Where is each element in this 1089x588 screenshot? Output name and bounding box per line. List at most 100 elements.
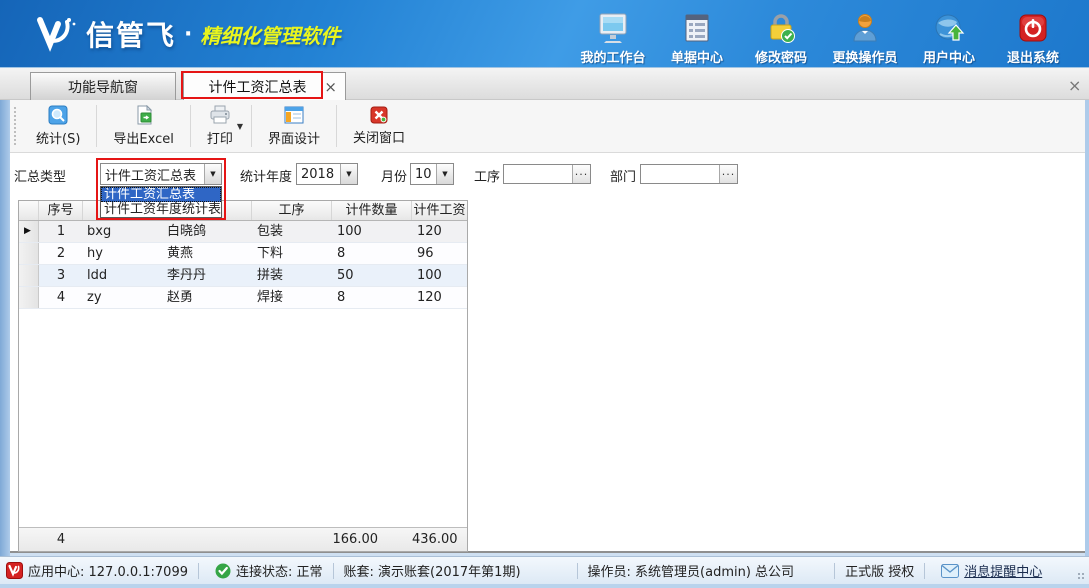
statusbar-separator — [924, 563, 925, 579]
menu-exit-system[interactable]: 退出系统 — [991, 8, 1075, 66]
dropdown-option-selected[interactable]: 计件工资汇总表 — [101, 187, 221, 202]
cell-qty: 8 — [337, 287, 411, 308]
totals-count: 4 — [39, 528, 83, 551]
menu-label: 单据中心 — [671, 47, 723, 66]
menu-change-password[interactable]: 修改密码 — [739, 8, 823, 66]
cell-process: 包装 — [257, 221, 331, 242]
brand-name: 信管飞 — [86, 14, 176, 54]
cell-code: hy — [87, 243, 161, 264]
ui-design-button[interactable]: 界面设计 — [254, 102, 334, 150]
statusbar-separator — [333, 563, 334, 579]
tab-function-nav[interactable]: 功能导航窗 — [30, 72, 176, 100]
print-dropdown-icon[interactable]: ▼ — [237, 122, 243, 131]
statusbar-separator — [198, 563, 199, 579]
summary-type-combobox[interactable]: 计件工资汇总表 ▼ — [100, 163, 222, 185]
statusbar-separator — [834, 563, 835, 579]
year-combobox[interactable]: 2018 ▼ — [296, 163, 358, 185]
row-header[interactable] — [19, 265, 39, 286]
totals-qty: 166.00 — [332, 528, 378, 551]
row-header[interactable]: ▶ — [19, 221, 39, 242]
cell-code: bxg — [87, 221, 161, 242]
top-banner: 信管飞 · 精细化管理软件 我的工作台 单据中心 修改密码 更换操作 — [0, 0, 1089, 68]
department-filter-input[interactable] — [641, 165, 719, 183]
right-edge-strip — [1085, 100, 1089, 556]
menu-switch-operator[interactable]: 更换操作员 — [823, 8, 907, 66]
power-icon — [1017, 10, 1049, 46]
cell-name: 李丹丹 — [167, 265, 251, 286]
col-header-wage[interactable]: 计件工资 — [412, 201, 467, 220]
close-window-icon — [370, 106, 388, 124]
row-header[interactable] — [19, 243, 39, 264]
summary-type-dropdown-list: 计件工资汇总表 计件工资年度统计表 — [100, 186, 222, 218]
brand-separator: · — [184, 22, 192, 47]
toolbar-separator — [96, 105, 97, 147]
export-excel-button[interactable]: 导出Excel — [99, 102, 187, 150]
col-header-qty[interactable]: 计件数量 — [332, 201, 412, 220]
menu-label: 更换操作员 — [832, 47, 897, 66]
menu-label: 修改密码 — [755, 47, 807, 66]
menu-user-center[interactable]: 用户中心 — [907, 8, 991, 66]
table-row[interactable]: 3 ldd 李丹丹 拼装 50 100 — [19, 265, 467, 287]
tabstrip-close-icon[interactable]: × — [1068, 76, 1081, 95]
print-label: 打印 — [207, 128, 233, 147]
connection-ok-icon — [215, 563, 231, 579]
department-browse-button[interactable]: ··· — [719, 165, 737, 183]
col-header-index[interactable]: 序号 — [39, 201, 83, 220]
menu-my-workspace[interactable]: 我的工作台 — [571, 8, 655, 66]
globe-icon — [933, 10, 965, 46]
month-label: 月份 — [381, 166, 407, 185]
close-window-button[interactable]: 关闭窗口 — [339, 102, 419, 150]
app-center-status: 应用中心: 127.0.0.1:7099 — [28, 561, 188, 580]
menu-label: 我的工作台 — [580, 47, 645, 66]
tab-close-icon[interactable]: × — [324, 78, 337, 96]
left-edge-strip — [0, 100, 10, 556]
brand-area: 信管飞 · 精细化管理软件 — [34, 14, 340, 54]
tab-piece-wage-summary[interactable]: 计件工资汇总表 × — [183, 72, 346, 100]
cell-name: 赵勇 — [167, 287, 251, 308]
month-combobox[interactable]: 10 ▼ — [410, 163, 454, 185]
col-header-process[interactable]: 工序 — [252, 201, 332, 220]
tab-label: 功能导航窗 — [68, 77, 138, 97]
month-value: 10 — [411, 167, 436, 182]
toolbar-separator — [251, 105, 252, 147]
brand-tagline: 精细化管理软件 — [200, 20, 340, 49]
license-status: 正式版 授权 — [845, 561, 914, 580]
table-row[interactable]: ▶ 1 bxg 白晓鸽 包装 100 120 — [19, 221, 467, 243]
app-center-icon — [6, 562, 23, 579]
cell-qty: 50 — [337, 265, 411, 286]
menu-document-center[interactable]: 单据中心 — [655, 8, 739, 66]
app-logo-icon — [34, 14, 78, 54]
printer-icon — [209, 105, 231, 125]
table-row[interactable]: 4 zy 赵勇 焊接 8 120 — [19, 287, 467, 309]
row-header[interactable] — [19, 287, 39, 308]
toolbar-drag-handle[interactable] — [13, 106, 18, 146]
process-filter-field: ··· — [503, 164, 591, 184]
envelope-icon — [941, 564, 959, 578]
cell-wage: 96 — [417, 243, 467, 264]
process-browse-button[interactable]: ··· — [572, 165, 590, 183]
cell-index: 4 — [39, 287, 83, 308]
grid-corner-header[interactable] — [19, 201, 39, 220]
chevron-down-icon[interactable]: ▼ — [204, 164, 221, 184]
process-filter-label: 工序 — [474, 166, 500, 185]
connection-status: 连接状态: 正常 — [236, 561, 323, 580]
ui-design-label: 界面设计 — [268, 128, 320, 147]
print-button[interactable]: 打印 — [193, 102, 237, 150]
stat-button[interactable]: 统计(S) — [22, 102, 94, 150]
dropdown-option[interactable]: 计件工资年度统计表 — [101, 202, 221, 217]
chevron-down-icon[interactable]: ▼ — [436, 164, 453, 184]
operator-status: 操作员: 系统管理员(admin) 总公司 — [588, 561, 795, 580]
toolbar: 统计(S) 导出Excel 打印 ▼ 界面设计 关闭窗口 — [10, 100, 1085, 153]
resize-grip[interactable] — [1077, 572, 1086, 581]
cell-index: 3 — [39, 265, 83, 286]
top-menu: 我的工作台 单据中心 修改密码 更换操作员 用户中心 — [571, 8, 1075, 66]
totals-wage: 436.00 — [412, 528, 453, 551]
year-value: 2018 — [297, 167, 340, 182]
message-center-link[interactable]: 消息提醒中心 — [964, 561, 1042, 580]
menu-label: 退出系统 — [1007, 47, 1059, 66]
chevron-down-icon[interactable]: ▼ — [340, 164, 357, 184]
table-row[interactable]: 2 hy 黄燕 下料 8 96 — [19, 243, 467, 265]
cell-code: zy — [87, 287, 161, 308]
process-filter-input[interactable] — [504, 165, 572, 183]
tab-label: 计件工资汇总表 — [209, 77, 307, 97]
